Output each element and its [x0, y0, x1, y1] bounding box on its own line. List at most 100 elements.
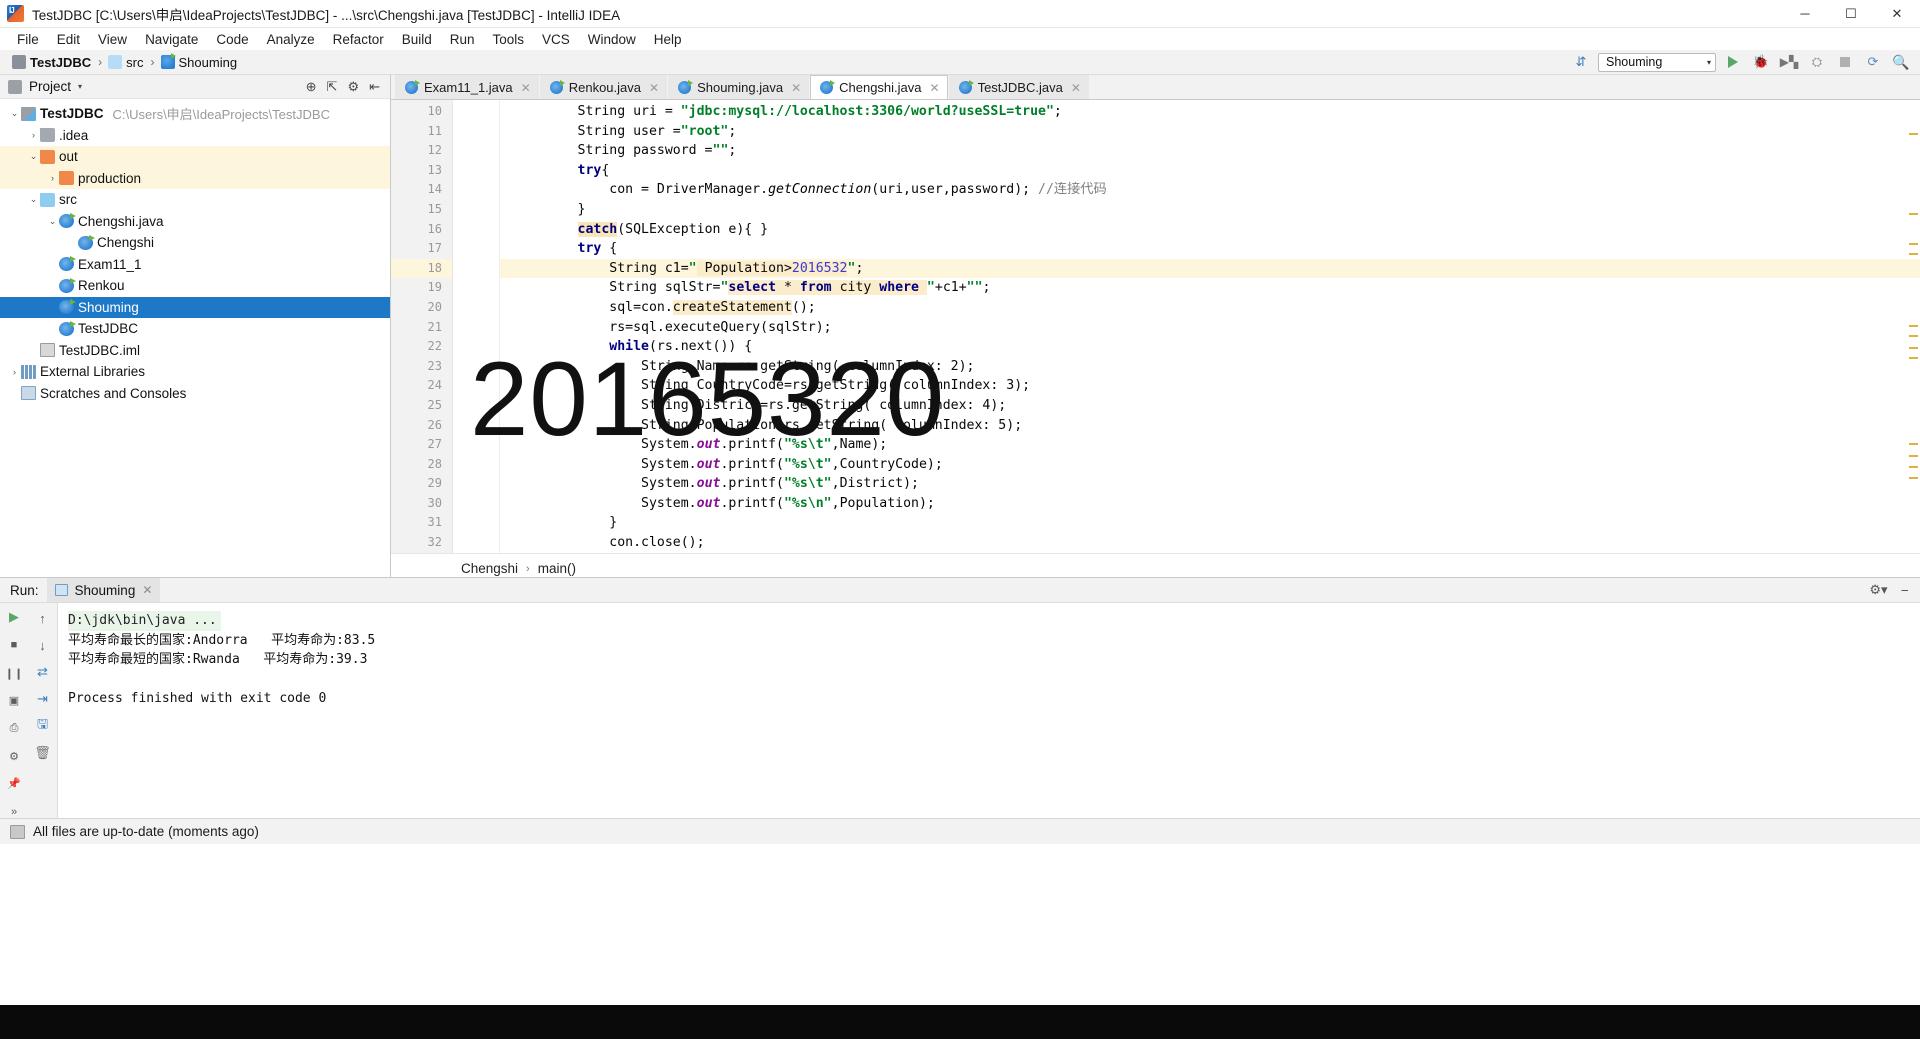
breadcrumb-class[interactable]: Chengshi — [461, 561, 518, 576]
chevron-toggle-icon[interactable]: ⌄ — [27, 151, 40, 162]
code-line[interactable]: } — [500, 513, 1920, 533]
code-line[interactable]: sql=con.createStatement(); — [500, 298, 1920, 318]
sort-icon[interactable]: ⇵ — [1570, 52, 1592, 72]
stop-button[interactable] — [1834, 52, 1856, 72]
more-icon[interactable]: » — [5, 804, 23, 819]
trash-icon[interactable]: 🗑 — [34, 744, 52, 762]
tree-item-testjdbc[interactable]: TestJDBC — [0, 318, 390, 340]
code-line[interactable]: } — [500, 200, 1920, 220]
chevron-toggle-icon[interactable]: ⌄ — [8, 108, 21, 119]
code-line[interactable]: rs=sql.executeQuery(sqlStr); — [500, 318, 1920, 338]
editor-scrollbar[interactable] — [1907, 125, 1920, 553]
code-line[interactable]: String CountryCode=rs.getString( columnI… — [500, 376, 1920, 396]
tree-item-testjdbc[interactable]: ⌄ TestJDBC C:\Users\申启\IdeaProjects\TestJD… — [0, 103, 390, 125]
menu-item-code[interactable]: Code — [207, 30, 257, 49]
menu-item-refactor[interactable]: Refactor — [324, 30, 393, 49]
tree-item-exam11-1[interactable]: Exam11_1 — [0, 254, 390, 276]
code-line[interactable]: String sqlStr="select * from city where … — [500, 278, 1920, 298]
build-button[interactable]: ⛭ — [1806, 52, 1828, 72]
code-line[interactable]: try { — [500, 239, 1920, 259]
debug-button[interactable]: 🐞 — [1750, 52, 1772, 72]
chevron-toggle-icon[interactable]: ⌄ — [46, 216, 59, 227]
code-line[interactable]: System.out.printf("%s\t",CountryCode); — [500, 455, 1920, 475]
scroll-to-end-icon[interactable]: ⇥ — [34, 690, 52, 708]
code-line[interactable]: String uri = "jdbc:mysql://localhost:330… — [500, 102, 1920, 122]
locate-icon[interactable]: ⊕ — [306, 79, 317, 95]
rerun-icon[interactable]: ▶ — [5, 609, 23, 625]
code-line[interactable]: con.close(); — [500, 533, 1920, 553]
chevron-toggle-icon[interactable]: › — [27, 130, 40, 140]
breadcrumb-item-src[interactable]: src — [108, 55, 144, 70]
stop-icon[interactable]: ■ — [5, 638, 23, 653]
tree-item-chengshi[interactable]: Chengshi — [0, 232, 390, 254]
code-line[interactable]: String user ="root"; — [500, 122, 1920, 142]
scroll-down-icon[interactable]: ↓ — [34, 636, 52, 654]
close-icon[interactable]: ✕ — [649, 81, 659, 95]
editor-tab-exam11_1[interactable]: Exam11_1.java ✕ — [395, 75, 539, 99]
tree-item-renkou[interactable]: Renkou — [0, 275, 390, 297]
code-line[interactable]: String Population=rs.getString( columnIn… — [500, 416, 1920, 436]
menu-item-tools[interactable]: Tools — [484, 30, 534, 49]
export-icon[interactable]: 🖫 — [34, 716, 52, 735]
tree-item-production[interactable]: › production — [0, 167, 390, 189]
menu-item-help[interactable]: Help — [645, 30, 691, 49]
gear-icon[interactable]: ⚙▾ — [1869, 582, 1887, 598]
minimize-icon[interactable]: ⎯ — [1902, 582, 1909, 598]
chevron-toggle-icon[interactable]: ⌄ — [27, 194, 40, 205]
run-configuration-selector[interactable]: Shouming ▾ — [1598, 52, 1716, 72]
close-button[interactable]: ✕ — [1874, 0, 1920, 28]
close-icon[interactable]: ✕ — [930, 81, 940, 95]
editor-tab-shouming[interactable]: Shouming.java ✕ — [668, 75, 810, 99]
breadcrumb-method[interactable]: main() — [538, 561, 576, 576]
menu-item-run[interactable]: Run — [441, 30, 484, 49]
chevron-down-icon[interactable]: ▾ — [78, 82, 82, 91]
code-text[interactable]: String uri = "jdbc:mysql://localhost:330… — [500, 100, 1920, 553]
menu-item-build[interactable]: Build — [393, 30, 441, 49]
chevron-toggle-icon[interactable]: › — [46, 173, 59, 183]
editor-tab-renkou[interactable]: Renkou.java ✕ — [539, 75, 668, 99]
menu-item-navigate[interactable]: Navigate — [136, 30, 207, 49]
menu-item-vcs[interactable]: VCS — [533, 30, 579, 49]
breadcrumb-item-testjdbc[interactable]: TestJDBC — [12, 55, 91, 70]
tree-item-out[interactable]: ⌄ out — [0, 146, 390, 168]
scroll-up-icon[interactable]: ↑ — [34, 609, 52, 627]
close-icon[interactable]: ✕ — [142, 583, 152, 597]
code-line[interactable]: String c1=" Population>2016532"; — [500, 258, 1920, 279]
menu-item-window[interactable]: Window — [579, 30, 645, 49]
close-icon[interactable]: ✕ — [791, 81, 801, 95]
chevron-toggle-icon[interactable]: › — [8, 367, 21, 377]
menu-item-edit[interactable]: Edit — [48, 30, 89, 49]
code-line[interactable]: String District=rs.getString( columnInde… — [500, 396, 1920, 416]
menu-item-file[interactable]: File — [8, 30, 48, 49]
tree-item-chengshi-java[interactable]: ⌄ Chengshi.java — [0, 211, 390, 233]
code-editor[interactable]: 10 11 12 13 14 15 16 17 18 19 20 21 22 23 24 25 26 27 28 29… — [391, 100, 1920, 553]
settings-icon[interactable]: ⚙ — [5, 749, 23, 764]
code-line[interactable]: catch(SQLException e){ } — [500, 220, 1920, 240]
settings-icon[interactable]: ⚙ — [347, 79, 359, 95]
close-icon[interactable]: ✕ — [521, 81, 531, 95]
code-line[interactable]: String password =""; — [500, 141, 1920, 161]
console-output[interactable]: D:\jdk\bin\java ... 平均寿命最长的国家:Andorra 平均寿… — [58, 603, 1920, 819]
update-project-icon[interactable]: ⟳ — [1862, 52, 1884, 72]
run-button[interactable] — [1722, 52, 1744, 72]
event-log-icon[interactable] — [10, 824, 25, 839]
code-line[interactable]: String Name=rs.getString( columnIndex: 2… — [500, 357, 1920, 377]
editor-tab-testjdbc[interactable]: TestJDBC.java ✕ — [948, 75, 1089, 99]
tree-item-scratches-and-consoles[interactable]: Scratches and Consoles — [0, 383, 390, 405]
soft-wrap-icon[interactable]: ⇄ — [34, 663, 52, 681]
code-line[interactable]: System.out.printf("%s\n",Population); — [500, 494, 1920, 514]
code-line[interactable]: while(rs.next()) { — [500, 337, 1920, 357]
tree-item-external-libraries[interactable]: › External Libraries — [0, 361, 390, 383]
breadcrumb-item-shouming[interactable]: Shouming — [160, 53, 237, 70]
code-folding-column[interactable] — [453, 100, 500, 553]
hide-icon[interactable]: ⇤ — [369, 79, 380, 95]
menu-item-view[interactable]: View — [89, 30, 136, 49]
tree-item-shouming[interactable]: Shouming — [0, 296, 390, 318]
tree-item-src[interactable]: ⌄ src — [0, 189, 390, 211]
run-tab-shouming[interactable]: Shouming ✕ — [46, 578, 161, 602]
tree-item-idea[interactable]: › .idea — [0, 125, 390, 147]
close-icon[interactable]: ✕ — [1071, 81, 1081, 95]
editor-tab-chengshi[interactable]: Chengshi.java ✕ — [810, 75, 948, 99]
tree-item-testjdbc-iml[interactable]: TestJDBC.iml — [0, 340, 390, 362]
dump-threads-icon[interactable]: ▣ — [5, 693, 23, 708]
